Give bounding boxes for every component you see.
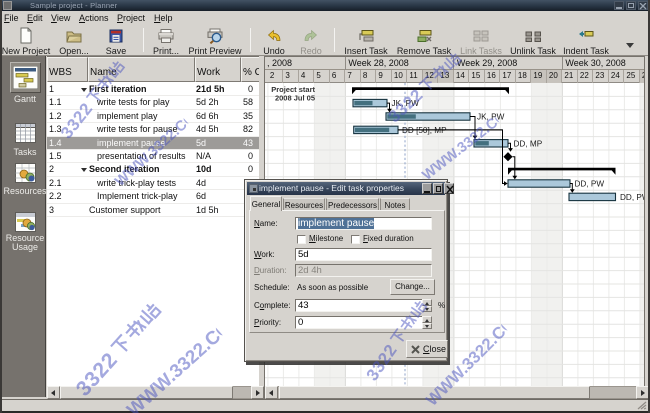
- svg-text:DD, MP: DD, MP: [514, 139, 543, 148]
- svg-text:2008 Jul 05: 2008 Jul 05: [275, 94, 315, 103]
- svg-text:DD, PW: DD, PW: [620, 193, 645, 202]
- svg-text:DD, PW: DD, PW: [575, 180, 605, 189]
